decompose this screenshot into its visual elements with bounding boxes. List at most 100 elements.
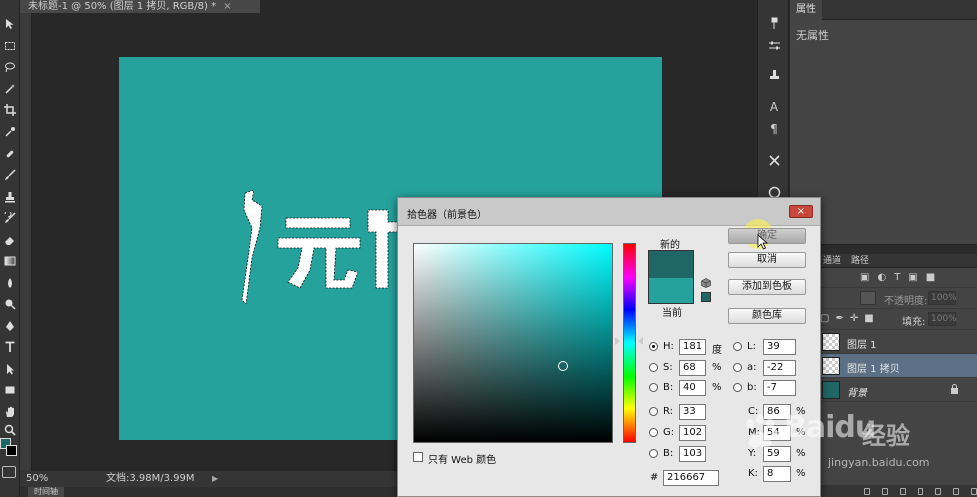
opacity-input[interactable]: 100% bbox=[928, 291, 957, 305]
opacity-label: 不透明度: bbox=[884, 296, 928, 307]
zoom-tool-icon[interactable] bbox=[2, 422, 18, 438]
lock-pixels-icon[interactable]: ▢ bbox=[820, 313, 829, 324]
zoom-level[interactable]: 50% bbox=[26, 471, 48, 487]
filter-smart-icon[interactable]: ■ bbox=[926, 272, 935, 283]
filter-shape-icon[interactable]: ▣ bbox=[908, 272, 917, 283]
tab-paths[interactable]: 路径 bbox=[846, 254, 874, 268]
lab-b-input[interactable]: -7 bbox=[763, 380, 796, 396]
paragraph-icon[interactable]: ¶ bbox=[766, 121, 782, 137]
current-color-swatch[interactable] bbox=[648, 278, 694, 304]
lab-l-radio[interactable] bbox=[733, 342, 742, 351]
lock-position-icon[interactable]: ✛ bbox=[850, 313, 858, 324]
cmyk-k-input[interactable]: 8 bbox=[763, 466, 791, 482]
quick-mask-button[interactable] bbox=[2, 466, 16, 478]
hand-tool-icon[interactable] bbox=[2, 404, 18, 420]
magic-wand-tool-icon[interactable] bbox=[2, 81, 18, 97]
hex-label: # bbox=[650, 472, 659, 483]
tab-properties[interactable]: 属性 bbox=[790, 0, 822, 20]
color-cursor[interactable] bbox=[558, 361, 568, 371]
blend-mode-select[interactable] bbox=[860, 291, 876, 305]
eraser-tool-icon[interactable] bbox=[2, 232, 18, 248]
green-label: G: bbox=[663, 427, 675, 438]
hue-slider[interactable] bbox=[623, 243, 636, 443]
crop-tool-icon[interactable] bbox=[2, 102, 18, 118]
dodge-tool-icon[interactable] bbox=[2, 296, 18, 312]
red-radio[interactable] bbox=[649, 407, 658, 416]
filter-image-icon[interactable]: ▣ bbox=[860, 272, 869, 283]
document-tab[interactable]: 未标题-1 @ 50% (图层 1 拷贝, RGB/8) * × bbox=[20, 0, 260, 13]
history-brush-tool-icon[interactable] bbox=[2, 210, 18, 226]
healing-brush-tool-icon[interactable] bbox=[2, 146, 18, 162]
filter-adjust-icon[interactable]: ◐ bbox=[877, 272, 886, 283]
lab-l-input[interactable]: 39 bbox=[763, 339, 796, 355]
lock-all-icon[interactable]: ■ bbox=[864, 313, 873, 324]
cancel-button[interactable]: 取消 bbox=[728, 252, 806, 268]
lock-image-icon[interactable]: ✒ bbox=[835, 313, 843, 324]
filter-type-icon[interactable]: T bbox=[894, 272, 900, 283]
brush-preset-icon[interactable] bbox=[766, 15, 782, 31]
web-safe-swatch-icon[interactable] bbox=[701, 292, 711, 302]
lab-a-input[interactable]: -22 bbox=[763, 360, 796, 376]
path-selection-tool-icon[interactable] bbox=[2, 361, 18, 377]
green-input[interactable]: 102 bbox=[679, 425, 706, 441]
blue-radio[interactable] bbox=[649, 449, 658, 458]
hue-slider-arrow-right[interactable] bbox=[638, 337, 643, 345]
blue-input[interactable]: 103 bbox=[679, 446, 706, 462]
brush-tool-icon[interactable] bbox=[2, 167, 18, 183]
lab-b-radio[interactable] bbox=[733, 383, 742, 392]
hue-row: H: 181 度 bbox=[649, 339, 724, 356]
tools-icon[interactable] bbox=[766, 152, 782, 168]
web-colors-only-checkbox[interactable] bbox=[413, 452, 423, 462]
status-menu-arrow-icon[interactable]: ▶ bbox=[212, 471, 218, 487]
tool-presets-icon[interactable] bbox=[766, 66, 782, 82]
fill-input[interactable]: 100% bbox=[928, 312, 957, 326]
cmyk-y-input[interactable]: 59 bbox=[763, 446, 791, 462]
saturation-input[interactable]: 68 bbox=[679, 360, 706, 376]
rectangle-tool-icon[interactable] bbox=[2, 382, 18, 398]
new-group-icon[interactable] bbox=[935, 487, 942, 495]
blur-tool-icon[interactable] bbox=[2, 275, 18, 291]
document-tab-title: 未标题-1 @ 50% (图层 1 拷贝, RGB/8) * bbox=[28, 1, 217, 12]
lasso-tool-icon[interactable] bbox=[2, 59, 18, 75]
adjustment-icon[interactable] bbox=[766, 37, 782, 53]
brightness-input[interactable]: 40 bbox=[679, 380, 706, 396]
hue-slider-arrow-left[interactable] bbox=[615, 337, 620, 345]
clone-stamp-tool-icon[interactable] bbox=[2, 189, 18, 205]
brightness-radio[interactable] bbox=[649, 383, 658, 392]
cmyk-c-row: C: 86 % bbox=[748, 404, 810, 420]
move-tool-icon[interactable] bbox=[2, 16, 18, 32]
layer-name: 图层 1 bbox=[847, 340, 877, 351]
background-color-swatch[interactable] bbox=[6, 445, 17, 456]
cmyk-y-row: Y: 59 % bbox=[748, 446, 810, 462]
add-to-swatches-button[interactable]: 添加到色板 bbox=[728, 279, 806, 295]
link-layers-icon[interactable] bbox=[864, 487, 870, 495]
mask-icon[interactable] bbox=[899, 487, 906, 495]
color-libraries-button[interactable]: 颜色库 bbox=[728, 308, 806, 324]
tab-channels[interactable]: 通道 bbox=[818, 254, 846, 268]
close-dialog-button[interactable]: × bbox=[789, 205, 813, 218]
type-tool-icon[interactable] bbox=[2, 339, 18, 355]
hue-radio[interactable] bbox=[649, 342, 658, 351]
marquee-tool-icon[interactable] bbox=[2, 38, 18, 54]
hue-input[interactable]: 181 bbox=[679, 339, 706, 355]
character-icon[interactable]: A bbox=[766, 99, 782, 115]
gradient-tool-icon[interactable] bbox=[2, 253, 18, 269]
cmyk-c-input[interactable]: 86 bbox=[763, 404, 791, 420]
cmyk-m-input[interactable]: 54 bbox=[763, 425, 791, 441]
out-of-gamut-cube-icon[interactable] bbox=[701, 278, 711, 288]
new-layer-icon[interactable] bbox=[953, 487, 960, 495]
red-input[interactable]: 33 bbox=[679, 404, 706, 420]
fx-icon[interactable] bbox=[881, 487, 888, 495]
lab-a-radio[interactable] bbox=[733, 363, 742, 372]
blue-row: B: 103 bbox=[649, 446, 724, 462]
adjustment-layer-icon[interactable] bbox=[917, 487, 924, 495]
saturation-radio[interactable] bbox=[649, 363, 658, 372]
saturation-brightness-field[interactable] bbox=[413, 243, 613, 443]
hex-input[interactable]: 216667 bbox=[663, 470, 719, 486]
pen-tool-icon[interactable] bbox=[2, 318, 18, 334]
timeline-tab[interactable]: 时间轴 bbox=[28, 487, 64, 497]
green-radio[interactable] bbox=[649, 428, 658, 437]
close-document-icon[interactable]: × bbox=[223, 1, 231, 12]
delete-layer-icon[interactable] bbox=[971, 487, 977, 495]
eyedropper-tool-icon[interactable] bbox=[2, 124, 18, 140]
